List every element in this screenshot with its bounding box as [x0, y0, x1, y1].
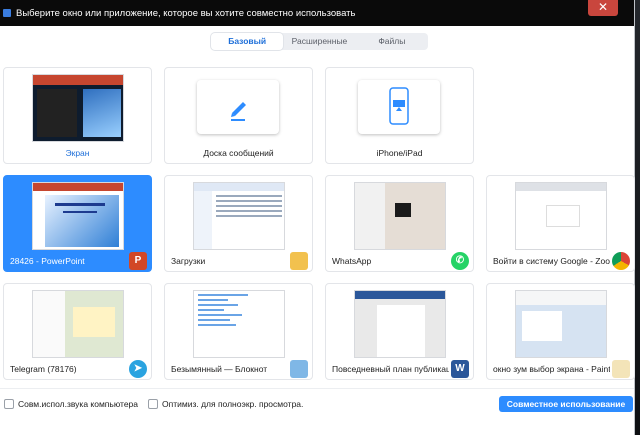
airplay-phone-icon — [389, 87, 409, 125]
window-option-word[interactable]: Повседневный план публикаци... W — [325, 283, 474, 380]
window-option-label: Telegram (78176) — [10, 364, 77, 374]
pencil-icon — [231, 102, 246, 121]
word-thumbnail — [354, 290, 446, 358]
notepad-icon — [290, 360, 308, 378]
optimize-fullscreen-checkbox[interactable]: Оптимиз. для полноэкр. просмотра. — [148, 399, 303, 409]
window-option-google-signin[interactable]: Войти в систему Google - Zoom... — [486, 175, 635, 272]
window-option-label: Войти в систему Google - Zoom... — [493, 256, 610, 266]
window-option-powerpoint[interactable]: 28426 - PowerPoint P — [3, 175, 152, 272]
screen-preview-thumbnail — [32, 74, 124, 142]
window-option-notepad[interactable]: Безымянный — Блокнот — [164, 283, 313, 380]
share-computer-sound-checkbox[interactable]: Совм.испол.звука компьютера — [4, 399, 138, 409]
window-option-label: Загрузки — [171, 256, 206, 266]
checkbox-label: Оптимиз. для полноэкр. просмотра. — [162, 399, 304, 409]
window-option-paint[interactable]: окно зум выбор экрана - Paint — [486, 283, 635, 380]
share-option-screen[interactable]: Экран — [3, 67, 152, 164]
tab-bar: Базовый Расширенные Файлы — [211, 33, 428, 50]
checkbox-box[interactable] — [148, 399, 158, 409]
share-option-whiteboard[interactable]: Доска сообщений — [164, 67, 313, 164]
window-option-label: Повседневный план публикаци... — [332, 364, 449, 374]
checkbox-label: Совм.испол.звука компьютера — [18, 399, 139, 409]
tab-basic[interactable]: Базовый — [211, 33, 284, 50]
whatsapp-icon: ✆ — [451, 252, 469, 270]
whatsapp-thumbnail — [354, 182, 446, 250]
window-option-label: окно зум выбор экрана - Paint — [493, 364, 610, 374]
notepad-thumbnail — [193, 290, 285, 358]
close-button[interactable]: ✕ — [588, 0, 618, 16]
window-option-telegram[interactable]: Telegram (78176) ➤ — [3, 283, 152, 380]
zoom-app-icon — [3, 9, 11, 17]
window-option-downloads[interactable]: Загрузки — [164, 175, 313, 272]
powerpoint-thumbnail — [32, 182, 124, 250]
folder-icon — [290, 252, 308, 270]
word-icon: W — [451, 360, 469, 378]
telegram-thumbnail — [32, 290, 124, 358]
downloads-thumbnail — [193, 182, 285, 250]
window-option-label: Безымянный — Блокнот — [171, 364, 268, 374]
window-option-label: 28426 - PowerPoint — [10, 256, 85, 266]
whiteboard-preview — [197, 80, 279, 134]
checkbox-box[interactable] — [4, 399, 14, 409]
telegram-icon: ➤ — [129, 360, 147, 378]
google-signin-thumbnail — [515, 182, 607, 250]
tab-advanced[interactable]: Расширенные — [283, 33, 355, 50]
window-option-whatsapp[interactable]: WhatsApp ✆ — [325, 175, 474, 272]
window-title: Выберите окно или приложение, которое вы… — [16, 8, 356, 19]
share-screen-dialog: Выберите окно или приложение, которое вы… — [0, 0, 635, 435]
share-option-label: iPhone/iPad — [376, 148, 423, 158]
footer-divider — [0, 388, 634, 389]
iphone-ipad-preview — [358, 80, 440, 134]
share-option-label: Доска сообщений — [203, 148, 274, 158]
share-option-label: Экран — [65, 148, 90, 158]
powerpoint-icon: P — [129, 252, 147, 270]
paint-icon — [612, 360, 630, 378]
window-option-label: WhatsApp — [332, 256, 372, 266]
title-bar: Выберите окно или приложение, которое вы… — [0, 0, 634, 26]
chrome-icon — [612, 252, 630, 270]
share-option-iphone-ipad[interactable]: iPhone/iPad — [325, 67, 474, 164]
tab-files[interactable]: Файлы — [356, 33, 428, 50]
paint-thumbnail — [515, 290, 607, 358]
share-button[interactable]: Совместное использование — [499, 396, 633, 412]
